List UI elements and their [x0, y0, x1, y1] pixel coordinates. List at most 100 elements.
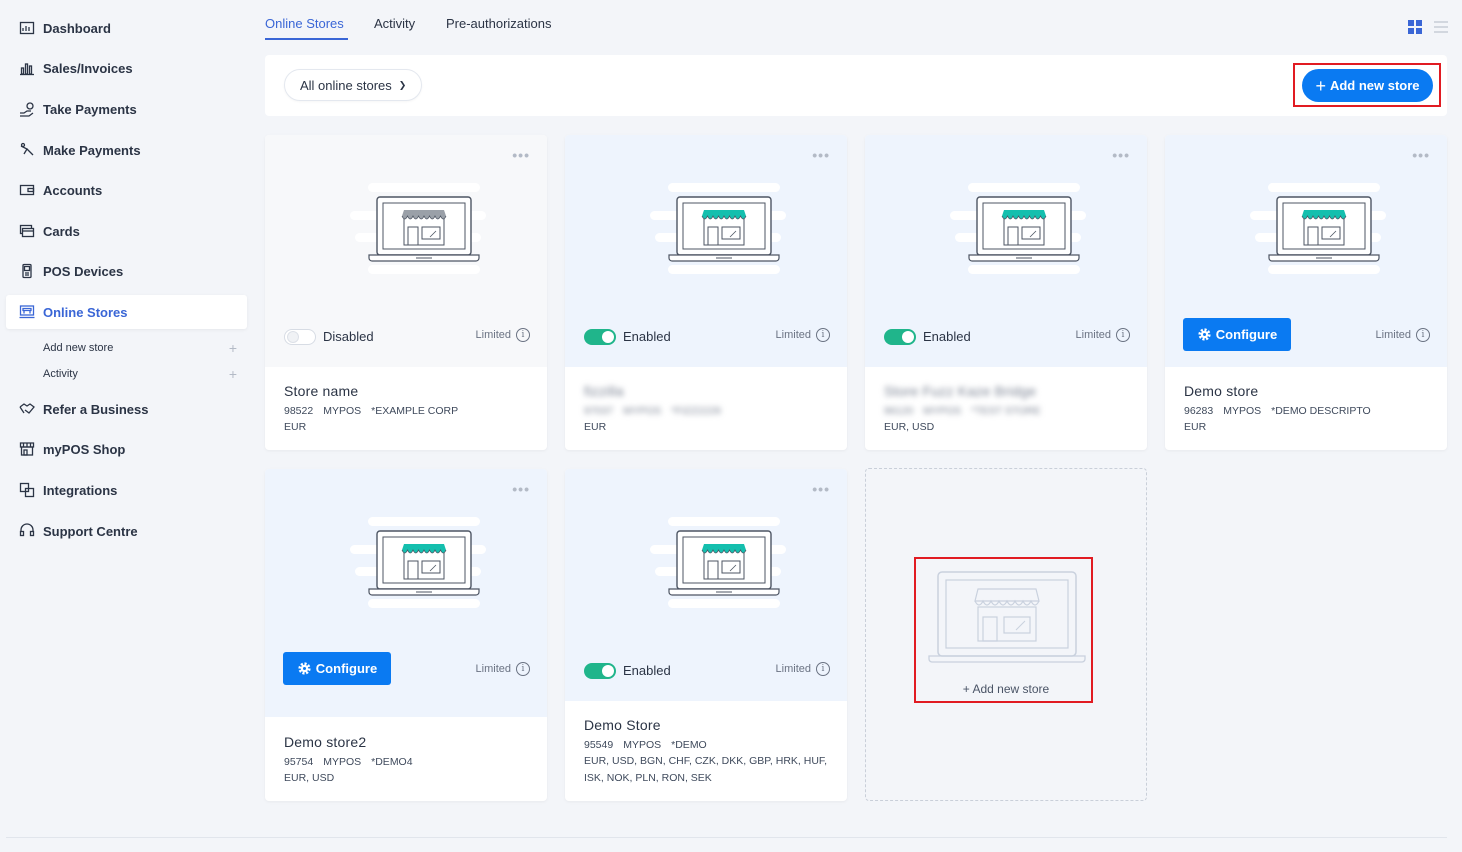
store-card[interactable]: ••• Configure Limited i Demo store 96283 M…: [1165, 135, 1447, 450]
store-laptop-icon: [1250, 183, 1386, 275]
sidebar-item-label: Sales/Invoices: [43, 60, 133, 76]
configure-label: Configure: [1215, 327, 1278, 342]
tab-pre-authorizations[interactable]: Pre-authorizations: [446, 16, 552, 31]
more-options-icon[interactable]: •••: [1412, 147, 1430, 163]
more-options-icon[interactable]: •••: [512, 481, 530, 497]
store-name: Demo Store: [584, 717, 661, 733]
wallet-icon: [19, 182, 35, 198]
plus-icon: +: [1315, 75, 1326, 96]
store-limited-label[interactable]: Limited i: [776, 328, 830, 342]
bar-chart-icon: [19, 60, 35, 76]
store-card[interactable]: ••• Disabled Limited i Store name 98522 MY…: [265, 135, 547, 450]
sidebar-item-label: Take Payments: [43, 101, 137, 117]
chevron-down-icon: ❯: [398, 79, 407, 90]
sidebar-item-online-stores[interactable]: Online Stores: [6, 295, 247, 329]
store-enabled-toggle[interactable]: [284, 329, 316, 345]
sidebar-item-pos-devices[interactable]: POS Devices: [6, 254, 247, 288]
sidebar-item-dashboard[interactable]: Dashboard: [6, 11, 247, 45]
tab-activity[interactable]: Activity: [374, 16, 415, 31]
sidebar-item-take-payments[interactable]: Take Payments: [6, 92, 247, 126]
store-limited-label[interactable]: Limited i: [476, 328, 530, 342]
store-meta: 98522 MYPOS *EXAMPLE CORP: [284, 405, 459, 417]
list-view-icon[interactable]: [1434, 20, 1448, 34]
sidebar-item-refer-a-business[interactable]: Refer a Business: [6, 392, 247, 426]
support-icon: [19, 523, 35, 539]
store-laptop-outline-icon: [928, 571, 1086, 663]
store-name: Store name: [284, 383, 359, 399]
store-laptop-icon: [650, 183, 786, 275]
info-icon[interactable]: i: [816, 328, 830, 342]
configure-button[interactable]: Configure: [283, 652, 391, 685]
store-card[interactable]: ••• Enabled Limited i fizzilla 97037 MYPOS…: [565, 135, 847, 450]
cards-icon: [19, 223, 35, 239]
sidebar-item-support-centre[interactable]: Support Centre: [6, 514, 247, 548]
sidebar-subitem-label: Add new store: [43, 342, 114, 354]
more-options-icon[interactable]: •••: [512, 147, 530, 163]
store-limited-label[interactable]: Limited i: [776, 662, 830, 676]
sidebar-item-sales-invoices[interactable]: Sales/Invoices: [6, 51, 247, 85]
store-card[interactable]: ••• Enabled Limited i Store Fuzz Kaze Bri…: [865, 135, 1147, 450]
store-name: Demo store2: [284, 734, 367, 750]
sidebar-item-cards[interactable]: Cards: [6, 214, 247, 248]
store-limited-label[interactable]: Limited i: [1076, 328, 1130, 342]
store-limited-label[interactable]: Limited i: [476, 662, 530, 676]
tab-online-stores[interactable]: Online Stores: [265, 16, 344, 31]
more-options-icon[interactable]: •••: [812, 481, 830, 497]
shop-icon: [19, 441, 35, 457]
sidebar-subitem-activity[interactable]: Activity +: [43, 364, 243, 384]
plus-icon[interactable]: +: [229, 340, 237, 356]
active-tab-indicator: [265, 38, 348, 40]
more-options-icon[interactable]: •••: [1112, 147, 1130, 163]
store-meta: 95549 MYPOS *DEMO: [584, 739, 707, 751]
integrations-icon: [19, 482, 35, 498]
info-icon[interactable]: i: [516, 662, 530, 676]
store-meta: 95754 MYPOS *DEMO4: [284, 756, 413, 768]
store-meta: 96120 MYPOS *TEST STORE: [884, 405, 1041, 417]
store-name: Demo store: [1184, 383, 1259, 399]
add-new-store-button[interactable]: + Add new store: [1302, 69, 1433, 102]
sidebar-item-label: Refer a Business: [43, 401, 149, 417]
store-enabled-toggle[interactable]: [584, 663, 616, 679]
sidebar-item-accounts[interactable]: Accounts: [6, 173, 247, 207]
plus-icon[interactable]: +: [229, 366, 237, 382]
add-new-store-card-label: + Add new store: [962, 682, 1050, 696]
info-icon[interactable]: i: [816, 662, 830, 676]
sidebar-item-label: Accounts: [43, 182, 103, 198]
store-currencies: EUR: [584, 421, 607, 433]
store-currencies: EUR: [1184, 421, 1207, 433]
configure-button[interactable]: Configure: [1183, 318, 1291, 351]
sidebar-item-label: Dashboard: [43, 20, 111, 36]
store-enabled-toggle[interactable]: [584, 329, 616, 345]
sidebar-item-label: Cards: [43, 223, 80, 239]
store-status-label: Enabled: [923, 329, 971, 344]
info-icon[interactable]: i: [1116, 328, 1130, 342]
sidebar-item-integrations[interactable]: Integrations: [6, 473, 247, 507]
store-laptop-icon: [950, 183, 1086, 275]
store-enabled-toggle[interactable]: [884, 329, 916, 345]
make-payments-icon: [19, 142, 35, 158]
store-laptop-icon: [350, 183, 486, 275]
store-name: Store Fuzz Kaze Bridge: [884, 383, 1037, 399]
sidebar-item-make-payments[interactable]: Make Payments: [6, 133, 247, 167]
more-options-icon[interactable]: •••: [812, 147, 830, 163]
take-payments-icon: [19, 101, 35, 117]
store-card[interactable]: ••• Configure Limited i Demo store2 95754…: [265, 469, 547, 801]
store-card[interactable]: ••• Enabled Limited i Demo Store 95549 MYP…: [565, 469, 847, 801]
pos-device-icon: [19, 263, 35, 279]
info-icon[interactable]: i: [516, 328, 530, 342]
add-new-store-card[interactable]: + Add new store: [865, 468, 1147, 801]
stores-toolbar: All online stores ❯ + Add new store: [265, 55, 1447, 116]
info-icon[interactable]: i: [1416, 328, 1430, 342]
divider: [6, 837, 1447, 838]
sidebar-item-mypos-shop[interactable]: myPOS Shop: [6, 432, 247, 466]
store-currencies: EUR, USD, BGN, CHF, CZK, DKK, GBP, HRK, …: [584, 755, 828, 784]
handshake-icon: [19, 401, 35, 417]
sidebar-subitem-label: Activity: [43, 368, 78, 380]
store-laptop-icon: [650, 517, 786, 609]
sidebar-subitem-add-new-store[interactable]: Add new store +: [43, 338, 243, 358]
store-limited-label[interactable]: Limited i: [1376, 328, 1430, 342]
sidebar-item-label: Integrations: [43, 482, 118, 498]
grid-view-icon[interactable]: [1408, 20, 1422, 34]
sidebar-item-label: myPOS Shop: [43, 441, 126, 457]
store-filter-dropdown[interactable]: All online stores ❯: [284, 69, 423, 101]
